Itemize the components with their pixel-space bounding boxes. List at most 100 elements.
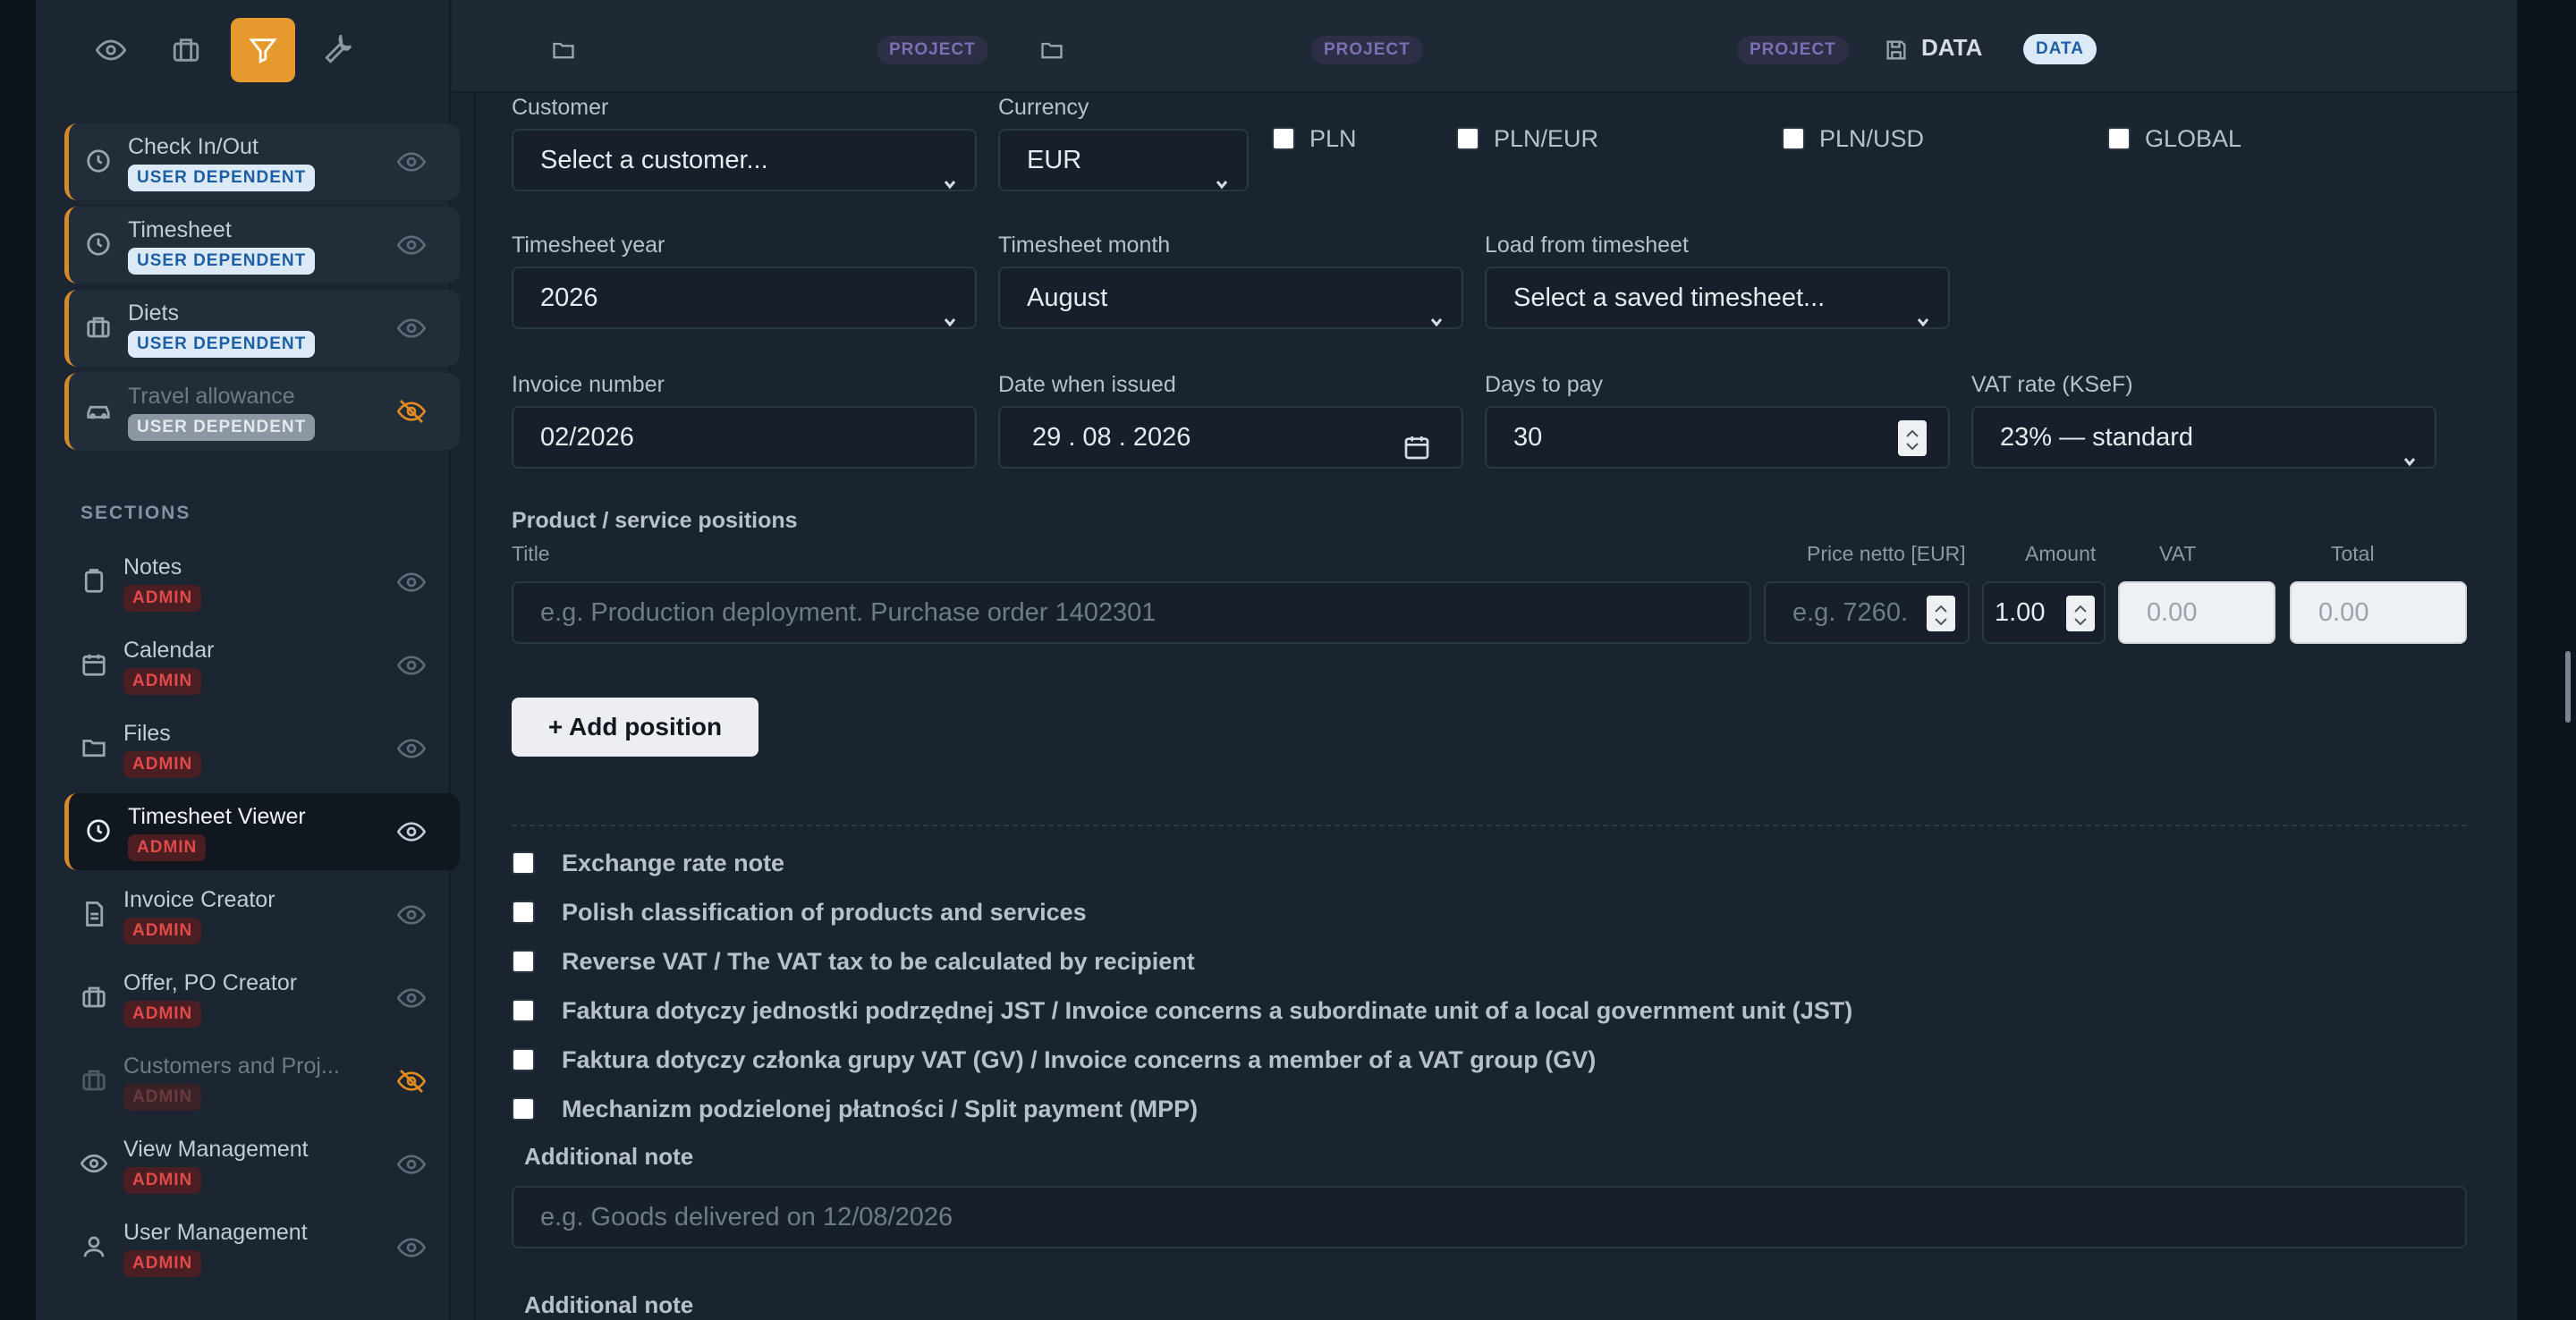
eye-icon[interactable]	[396, 1150, 427, 1179]
customer-label: Customer	[512, 95, 609, 120]
filter-icon[interactable]	[231, 18, 295, 82]
exchange-rate-note-checkbox[interactable]	[512, 851, 535, 875]
customer-select-value: Select a customer...	[540, 146, 768, 174]
jst-checkbox[interactable]	[512, 999, 535, 1022]
position-amount-value: 1.00	[1995, 598, 2046, 627]
position-price-input[interactable]: e.g. 7260.	[1764, 581, 1970, 644]
sidebar-item-files[interactable]: Files ADMIN	[64, 710, 460, 787]
position-price-placeholder: e.g. 7260.	[1792, 598, 1908, 627]
data-label[interactable]: DATA	[1921, 34, 1982, 62]
sidebar-item-label: Customers and Proj...	[123, 1053, 340, 1079]
stepper-icon[interactable]	[1927, 596, 1955, 631]
date-issued-label: Date when issued	[998, 372, 1176, 397]
sidebar-item-notes[interactable]: Notes ADMIN	[64, 544, 460, 621]
sidebar-item-diets[interactable]: Diets USER DEPENDENT	[64, 290, 460, 367]
sidebar-item-travel-allowance[interactable]: Travel allowance USER DEPENDENT	[64, 373, 460, 450]
position-amount-input[interactable]: 1.00	[1982, 581, 2106, 644]
project-badge: PROJECT	[877, 36, 988, 64]
timesheet-year-select[interactable]: 2026	[512, 267, 977, 329]
eye-icon[interactable]	[396, 148, 427, 176]
customer-select[interactable]: Select a customer...	[512, 129, 977, 191]
sidebar-item-timesheet-viewer[interactable]: Timesheet Viewer ADMIN	[64, 793, 460, 870]
sidebar-item-user-management[interactable]: User Management ADMIN	[64, 1209, 460, 1286]
pln-label: PLN	[1309, 125, 1357, 152]
vat-group-checkbox[interactable]	[512, 1048, 535, 1071]
pln-usd-checkbox[interactable]	[1782, 127, 1805, 150]
days-to-pay-input[interactable]: 30	[1485, 406, 1950, 469]
pln-eur-label: PLN/EUR	[1494, 125, 1599, 152]
vat-rate-select[interactable]: 23% — standard	[1971, 406, 2436, 469]
amount-column-label: Amount	[2025, 542, 2097, 565]
scrollbar-thumb[interactable]	[2565, 651, 2571, 723]
date-issued-input[interactable]: 29 . 08 . 2026	[998, 406, 1463, 469]
calendar-icon[interactable]	[1402, 424, 1431, 460]
admin-badge: ADMIN	[123, 668, 202, 695]
add-position-button[interactable]: + Add position	[512, 698, 758, 757]
eye-icon[interactable]	[396, 817, 427, 846]
eye-off-icon[interactable]	[396, 1067, 427, 1096]
chevron-down-icon	[943, 292, 957, 327]
user-dependent-badge: USER DEPENDENT	[128, 248, 316, 275]
admin-badge: ADMIN	[123, 585, 202, 612]
stepper-icon[interactable]	[1898, 420, 1927, 456]
days-to-pay-label: Days to pay	[1485, 372, 1604, 397]
sections-heading: SECTIONS	[80, 503, 191, 523]
wrench-icon[interactable]	[306, 18, 370, 82]
polish-classification-checkbox[interactable]	[512, 901, 535, 924]
currency-select[interactable]: EUR	[998, 129, 1249, 191]
chevron-down-icon	[2402, 431, 2417, 467]
eye-icon[interactable]	[396, 568, 427, 597]
position-title-input[interactable]: e.g. Production deployment. Purchase ord…	[512, 581, 1751, 644]
position-vat-field: 0.00	[2118, 581, 2275, 644]
chevron-down-icon	[1429, 292, 1444, 327]
polish-classification-label: Polish classification of products and se…	[562, 899, 1087, 926]
sidebar-item-label: Diets	[128, 300, 179, 326]
sidebar-item-label: Files	[123, 721, 171, 746]
eye-icon[interactable]	[79, 18, 143, 82]
user-dependent-badge: USER DEPENDENT	[128, 414, 316, 441]
sidebar-item-view-management[interactable]: View Management ADMIN	[64, 1126, 460, 1203]
folder-icon[interactable]	[1039, 38, 1064, 63]
eye-icon[interactable]	[396, 901, 427, 929]
pln-eur-checkbox[interactable]	[1456, 127, 1479, 150]
split-payment-checkbox[interactable]	[512, 1097, 535, 1121]
chevron-down-icon	[1916, 292, 1930, 327]
additional-note-label-2: Additional note	[524, 1291, 694, 1318]
date-issued-value: 29 . 08 . 2026	[1032, 423, 1191, 452]
sidebar-item-customers-and-projects[interactable]: Customers and Proj... ADMIN	[64, 1043, 460, 1120]
stepper-icon[interactable]	[2066, 596, 2095, 631]
clock-icon	[85, 817, 112, 844]
timesheet-month-value: August	[1027, 283, 1108, 312]
eye-icon[interactable]	[396, 984, 427, 1012]
sidebar-item-timesheet[interactable]: Timesheet USER DEPENDENT	[64, 207, 460, 283]
load-from-timesheet-select[interactable]: Select a saved timesheet...	[1485, 267, 1950, 329]
reverse-vat-checkbox[interactable]	[512, 950, 535, 973]
save-icon[interactable]	[1884, 38, 1909, 63]
admin-badge: ADMIN	[123, 1167, 202, 1194]
invoice-number-input[interactable]: 02/2026	[512, 406, 977, 469]
eye-icon[interactable]	[396, 231, 427, 259]
folder-icon[interactable]	[551, 38, 576, 63]
admin-badge: ADMIN	[128, 834, 207, 861]
pln-checkbox[interactable]	[1272, 127, 1295, 150]
reverse-vat-label: Reverse VAT / The VAT tax to be calculat…	[562, 948, 1195, 975]
eye-icon[interactable]	[396, 734, 427, 763]
sidebar-item-calendar[interactable]: Calendar ADMIN	[64, 627, 460, 704]
eye-icon[interactable]	[396, 314, 427, 343]
clock-icon	[85, 231, 112, 258]
project-badge: PROJECT	[1311, 36, 1423, 64]
sidebar-item-invoice-creator[interactable]: Invoice Creator ADMIN	[64, 876, 460, 953]
timesheet-year-value: 2026	[540, 283, 598, 312]
briefcase-icon[interactable]	[154, 18, 218, 82]
timesheet-month-select[interactable]: August	[998, 267, 1463, 329]
eye-icon[interactable]	[396, 651, 427, 680]
eye-icon[interactable]	[396, 1233, 427, 1262]
sidebar-item-check-in-out[interactable]: Check In/Out USER DEPENDENT	[64, 123, 460, 200]
position-total-field: 0.00	[2290, 581, 2467, 644]
additional-note-input[interactable]: e.g. Goods delivered on 12/08/2026	[512, 1186, 2467, 1248]
app-window: Check In/Out USER DEPENDENT Timesheet US…	[36, 0, 2517, 1320]
global-checkbox[interactable]	[2107, 127, 2131, 150]
sidebar-item-offer-po-creator[interactable]: Offer, PO Creator ADMIN	[64, 960, 460, 1037]
eye-off-icon[interactable]	[396, 397, 427, 426]
data-badge: DATA	[2023, 34, 2097, 64]
